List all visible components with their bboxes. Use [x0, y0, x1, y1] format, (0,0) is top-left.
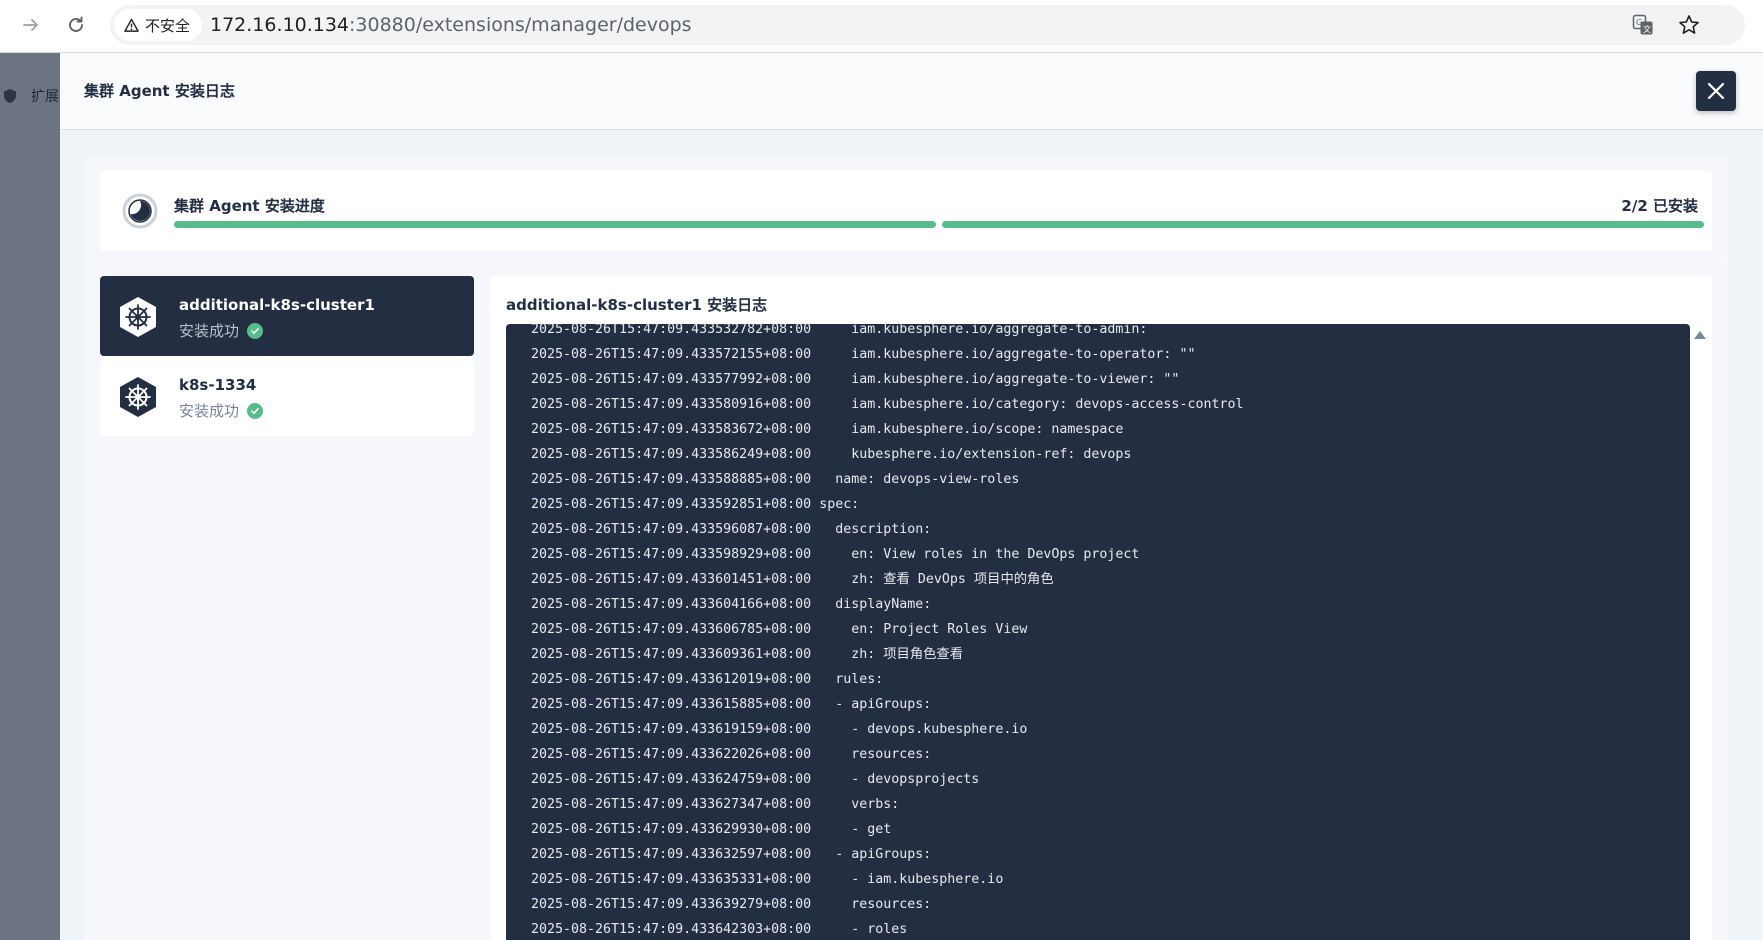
shield-icon [4, 89, 16, 103]
background-nav-label: 扩展 [31, 89, 59, 105]
close-icon [1707, 82, 1725, 100]
cluster-name: k8s-1334 [179, 376, 257, 394]
cluster-list: additional-k8s-cluster1 安装成功 k8s-1334 安装成功 [100, 276, 474, 940]
reload-icon [69, 16, 83, 32]
check-circle-icon [247, 322, 264, 339]
log-viewer[interactable]: 2025-08-26T15:47:09.433532782+08:00 iam.… [506, 324, 1690, 940]
cluster-name: additional-k8s-cluster1 [179, 296, 375, 314]
progress-bar [174, 221, 1704, 228]
log-line: 2025-08-26T15:47:09.433612019+08:00 rule… [531, 672, 884, 687]
translate-icon: G文 [1632, 14, 1653, 35]
svg-text:G: G [1636, 18, 1642, 27]
cluster-item[interactable]: k8s-1334 安装成功 [100, 356, 474, 436]
modal-header: 集群 Agent 安装日志 [60, 53, 1763, 130]
log-line: 2025-08-26T15:47:09.433639279+08:00 reso… [531, 897, 932, 912]
log-line: 2025-08-26T15:47:09.433622026+08:00 reso… [531, 747, 932, 762]
log-line: 2025-08-26T15:47:09.433604166+08:00 disp… [531, 597, 932, 612]
reload-button[interactable] [61, 10, 91, 40]
close-button[interactable] [1696, 71, 1736, 111]
cluster-status: 安装成功 [179, 320, 264, 341]
log-line: 2025-08-26T15:47:09.433588885+08:00 name… [531, 472, 1020, 487]
log-line: 2025-08-26T15:47:09.433598929+08:00 en: … [531, 547, 1140, 562]
log-line: 2025-08-26T15:47:09.433532782+08:00 iam.… [531, 324, 1148, 337]
translate-button[interactable]: G文 [1631, 13, 1655, 37]
log-line: 2025-08-26T15:47:09.433606785+08:00 en: … [531, 622, 1028, 637]
log-line: 2025-08-26T15:47:09.433601451+08:00 zh: … [531, 572, 1054, 587]
log-line: 2025-08-26T15:47:09.433609361+08:00 zh: … [531, 647, 964, 662]
browser-toolbar: 不安全 172.16.10.134:30880/extensions/manag… [0, 0, 1763, 53]
progress-count: 2/2 已安装 [1621, 197, 1698, 215]
cluster-status-label: 安装成功 [179, 322, 240, 340]
warning-triangle-icon [124, 18, 139, 32]
log-panel: additional-k8s-cluster1 安装日志 2025-08-26T… [490, 276, 1712, 940]
log-line: 2025-08-26T15:47:09.433583672+08:00 iam.… [531, 422, 1124, 437]
log-line: 2025-08-26T15:47:09.433632597+08:00 - ap… [531, 847, 932, 862]
url-host: 172.16.10.134 [210, 14, 350, 36]
helm-wheel-icon [120, 377, 156, 417]
log-scroll-up[interactable] [1692, 328, 1708, 342]
progress-section: 集群 Agent 安装进度 2/2 已安装 [84, 157, 1728, 262]
log-line: 2025-08-26T15:47:09.433627347+08:00 verb… [531, 797, 900, 812]
bookmark-button[interactable] [1677, 13, 1701, 37]
modal-title: 集群 Agent 安装日志 [84, 82, 235, 100]
arrow-right-icon [23, 19, 38, 31]
log-line: 2025-08-26T15:47:09.433619159+08:00 - de… [531, 722, 1028, 737]
security-label: 不安全 [145, 16, 191, 35]
log-line: 2025-08-26T15:47:09.433592851+08:00 spec… [531, 497, 860, 512]
progress-card: 集群 Agent 安装进度 2/2 已安装 [100, 171, 1712, 251]
check-circle-icon [247, 402, 264, 419]
background-app: 扩展 [0, 53, 60, 940]
address-bar[interactable]: 不安全 172.16.10.134:30880/extensions/manag… [110, 5, 1745, 45]
log-line: 2025-08-26T15:47:09.433577992+08:00 iam.… [531, 372, 1180, 387]
progress-title: 集群 Agent 安装进度 [174, 197, 325, 215]
log-line: 2025-08-26T15:47:09.433580916+08:00 iam.… [531, 397, 1244, 412]
log-line: 2025-08-26T15:47:09.433642303+08:00 - ro… [531, 922, 908, 937]
log-line: 2025-08-26T15:47:09.433615885+08:00 - ap… [531, 697, 932, 712]
log-title: additional-k8s-cluster1 安装日志 [506, 296, 768, 314]
helm-wheel-icon [120, 297, 156, 337]
progress-pie-icon [122, 193, 158, 229]
url-path: :30880/extensions/manager/devops [349, 14, 692, 36]
content-area: additional-k8s-cluster1 安装成功 k8s-1334 安装成功 … [84, 262, 1728, 940]
log-line: 2025-08-26T15:47:09.433596087+08:00 desc… [531, 522, 932, 537]
log-lines: 2025-08-26T15:47:09.433532782+08:00 iam.… [531, 324, 1243, 940]
progress-segment [942, 221, 1704, 228]
progress-segment [174, 221, 936, 228]
log-line: 2025-08-26T15:47:09.433635331+08:00 - ia… [531, 872, 1004, 887]
install-log-modal: 集群 Agent 安装日志 集群 Agent 安装进度 2/2 已安装 addi… [60, 53, 1763, 940]
log-line: 2025-08-26T15:47:09.433629930+08:00 - ge… [531, 822, 892, 837]
cluster-item[interactable]: additional-k8s-cluster1 安装成功 [100, 276, 474, 356]
security-indicator[interactable]: 不安全 [114, 9, 203, 41]
log-line: 2025-08-26T15:47:09.433572155+08:00 iam.… [531, 347, 1196, 362]
cluster-status: 安装成功 [179, 400, 264, 421]
cluster-status-label: 安装成功 [179, 402, 240, 420]
log-line: 2025-08-26T15:47:09.433586249+08:00 kube… [531, 447, 1132, 462]
log-line: 2025-08-26T15:47:09.433624759+08:00 - de… [531, 772, 980, 787]
svg-text:文: 文 [1643, 24, 1651, 34]
forward-button[interactable] [16, 10, 46, 40]
star-icon [1679, 15, 1699, 34]
url-text[interactable]: 172.16.10.134:30880/extensions/manager/d… [210, 5, 692, 45]
scroll-up-icon [1694, 331, 1706, 339]
modal-body: 集群 Agent 安装进度 2/2 已安装 additional-k8s-clu… [84, 157, 1728, 940]
